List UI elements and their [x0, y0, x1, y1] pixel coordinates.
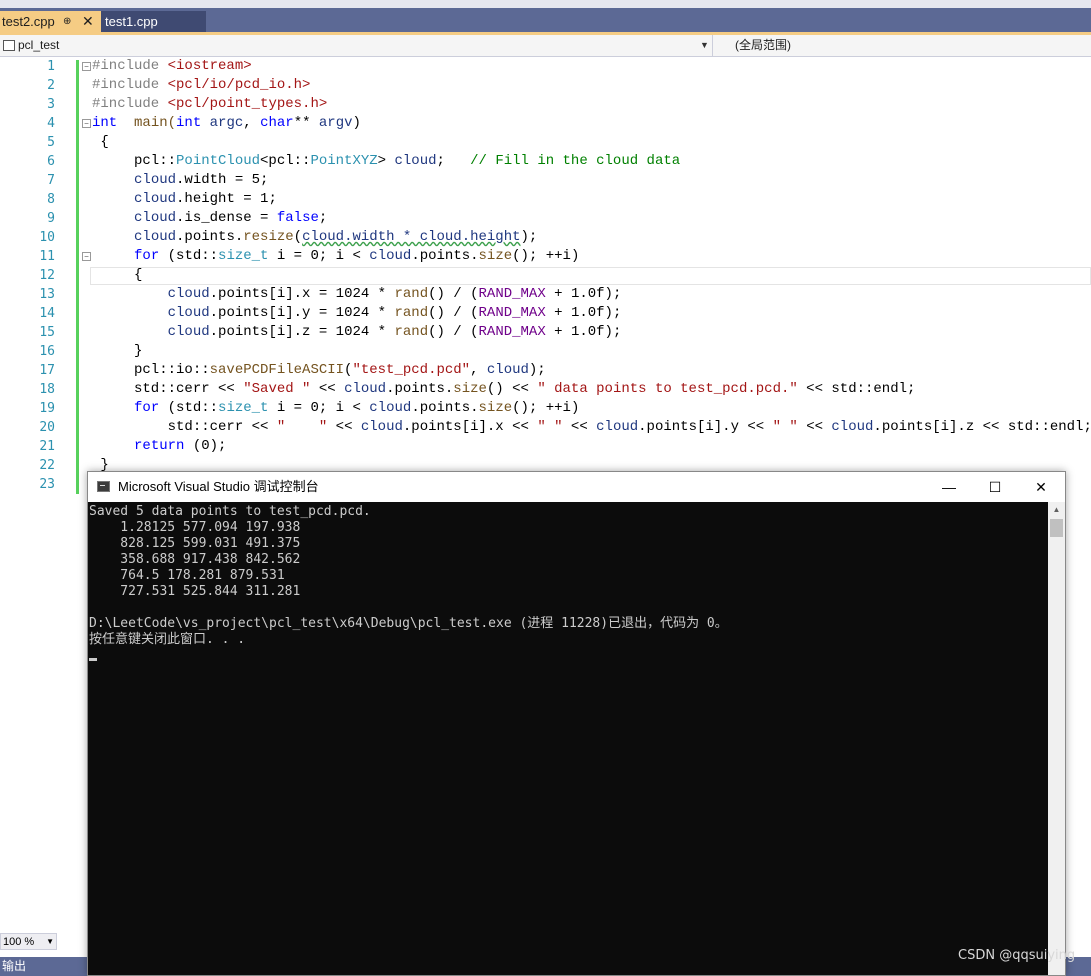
- zoom-level: 100 %: [3, 936, 35, 948]
- document-tab-bar: test2.cpp ⊕ ✕ test1.cpp: [0, 8, 1091, 32]
- project-icon: [3, 40, 15, 51]
- console-title-bar[interactable]: Microsoft Visual Studio 调试控制台 — ☐ ✕: [88, 472, 1065, 502]
- line-number: 12: [39, 268, 55, 283]
- line-number: 8: [47, 192, 55, 207]
- tab-label: test2.cpp: [2, 14, 55, 29]
- line-number: 23: [39, 477, 55, 492]
- code-line-2: #include <pcl/io/pcd_io.h>: [92, 77, 311, 93]
- code-line-1: #include <iostream>: [92, 58, 252, 74]
- navigation-bar: pcl_test ▼ (全局范围): [0, 35, 1091, 57]
- line-number: 19: [39, 401, 55, 416]
- console-line: D:\LeetCode\vs_project\pcl_test\x64\Debu…: [89, 616, 728, 631]
- close-button[interactable]: ✕: [1018, 472, 1064, 502]
- code-line-10: cloud.points.resize(cloud.width * cloud.…: [134, 229, 538, 245]
- tab-test2-cpp[interactable]: test2.cpp ⊕ ✕: [0, 11, 101, 32]
- console-line: 1.28125 577.094 197.938: [89, 520, 301, 535]
- line-number: 3: [47, 97, 55, 112]
- title-strip: [0, 0, 1091, 8]
- line-number: 7: [47, 173, 55, 188]
- code-line-5: {: [92, 134, 109, 150]
- line-number: 16: [39, 344, 55, 359]
- project-name: pcl_test: [18, 38, 60, 52]
- code-line-4: int main(int argc, char** argv): [92, 115, 361, 131]
- minimize-button[interactable]: —: [926, 472, 972, 502]
- chevron-down-icon: ▼: [46, 937, 54, 946]
- code-line-18: std::cerr << "Saved " << cloud.points.si…: [92, 381, 916, 397]
- console-line: Saved 5 data points to test_pcd.pcd.: [89, 504, 371, 519]
- line-number: 6: [47, 154, 55, 169]
- code-line-21: return (0);: [134, 438, 227, 454]
- line-number: 5: [47, 135, 55, 150]
- code-line-6: pcl::PointCloud<pcl::PointXYZ> cloud; //…: [92, 153, 681, 169]
- code-line-19: for (std::size_t i = 0; i < cloud.points…: [134, 400, 580, 416]
- line-number: 4: [47, 116, 55, 131]
- code-line-14: cloud.points[i].y = 1024 * rand() / (RAN…: [167, 305, 622, 321]
- scope-dropdown[interactable]: (全局范围): [735, 35, 791, 56]
- code-line-9: cloud.is_dense = false;: [134, 210, 328, 226]
- maximize-button[interactable]: ☐: [972, 472, 1018, 502]
- project-dropdown[interactable]: pcl_test ▼: [0, 35, 713, 56]
- line-number: 22: [39, 458, 55, 473]
- code-line-13: cloud.points[i].x = 1024 * rand() / (RAN…: [167, 286, 622, 302]
- console-line: 358.688 917.438 842.562: [89, 552, 301, 567]
- code-line-11: for (std::size_t i = 0; i < cloud.points…: [134, 248, 580, 264]
- current-line-highlight: [90, 267, 1091, 285]
- fold-toggle-icon[interactable]: −: [82, 62, 91, 71]
- scroll-up-icon[interactable]: ▲: [1048, 502, 1065, 518]
- line-number: 9: [47, 211, 55, 226]
- chevron-down-icon: ▼: [700, 40, 709, 50]
- fold-toggle-icon[interactable]: −: [82, 119, 91, 128]
- code-line-3: #include <pcl/point_types.h>: [92, 96, 328, 112]
- code-line-20: std::cerr << " " << cloud.points[i].x <<…: [92, 419, 1091, 435]
- scroll-thumb[interactable]: [1050, 519, 1063, 537]
- console-title: Microsoft Visual Studio 调试控制台: [118, 479, 319, 494]
- line-number: 15: [39, 325, 55, 340]
- code-line-8: cloud.height = 1;: [134, 191, 277, 207]
- console-cursor: [89, 658, 97, 661]
- line-number: 2: [47, 78, 55, 93]
- line-number: 1: [47, 59, 55, 74]
- line-number: 18: [39, 382, 55, 397]
- console-line: 按任意键关闭此窗口. . .: [89, 632, 246, 647]
- close-icon[interactable]: ✕: [82, 11, 94, 32]
- line-number: 13: [39, 287, 55, 302]
- console-line: 727.531 525.844 311.281: [89, 584, 301, 599]
- console-scrollbar[interactable]: ▲: [1048, 502, 1065, 975]
- tab-label: test1.cpp: [105, 14, 158, 29]
- code-line-12: {: [92, 267, 143, 283]
- output-label: 输出: [2, 959, 27, 973]
- pin-icon[interactable]: ⊕: [63, 11, 71, 32]
- line-number: 17: [39, 363, 55, 378]
- code-line-7: cloud.width = 5;: [134, 172, 269, 188]
- code-text: #include <iostream> #include <pcl/io/pcd…: [92, 57, 1091, 473]
- zoom-dropdown[interactable]: 100 % ▼: [0, 933, 57, 950]
- line-number: 10: [39, 230, 55, 245]
- debug-console-window[interactable]: Microsoft Visual Studio 调试控制台 — ☐ ✕ Save…: [87, 471, 1066, 976]
- console-line: 764.5 178.281 879.531: [89, 568, 285, 583]
- change-tracking-bar: [76, 60, 79, 494]
- code-line-16: }: [92, 343, 143, 359]
- line-number: 20: [39, 420, 55, 435]
- line-number: 11: [39, 249, 55, 264]
- console-app-icon: [97, 481, 110, 492]
- fold-toggle-icon[interactable]: −: [82, 252, 91, 261]
- line-number: 14: [39, 306, 55, 321]
- code-line-17: pcl::io::savePCDFileASCII("test_pcd.pcd"…: [92, 362, 546, 378]
- watermark: CSDN @qqsuiying: [958, 948, 1076, 963]
- console-line: 828.125 599.031 491.375: [89, 536, 301, 551]
- tab-test1-cpp[interactable]: test1.cpp: [101, 11, 206, 32]
- code-line-15: cloud.points[i].z = 1024 * rand() / (RAN…: [167, 324, 622, 340]
- line-number: 21: [39, 439, 55, 454]
- console-output[interactable]: Saved 5 data points to test_pcd.pcd. 1.2…: [88, 502, 1048, 975]
